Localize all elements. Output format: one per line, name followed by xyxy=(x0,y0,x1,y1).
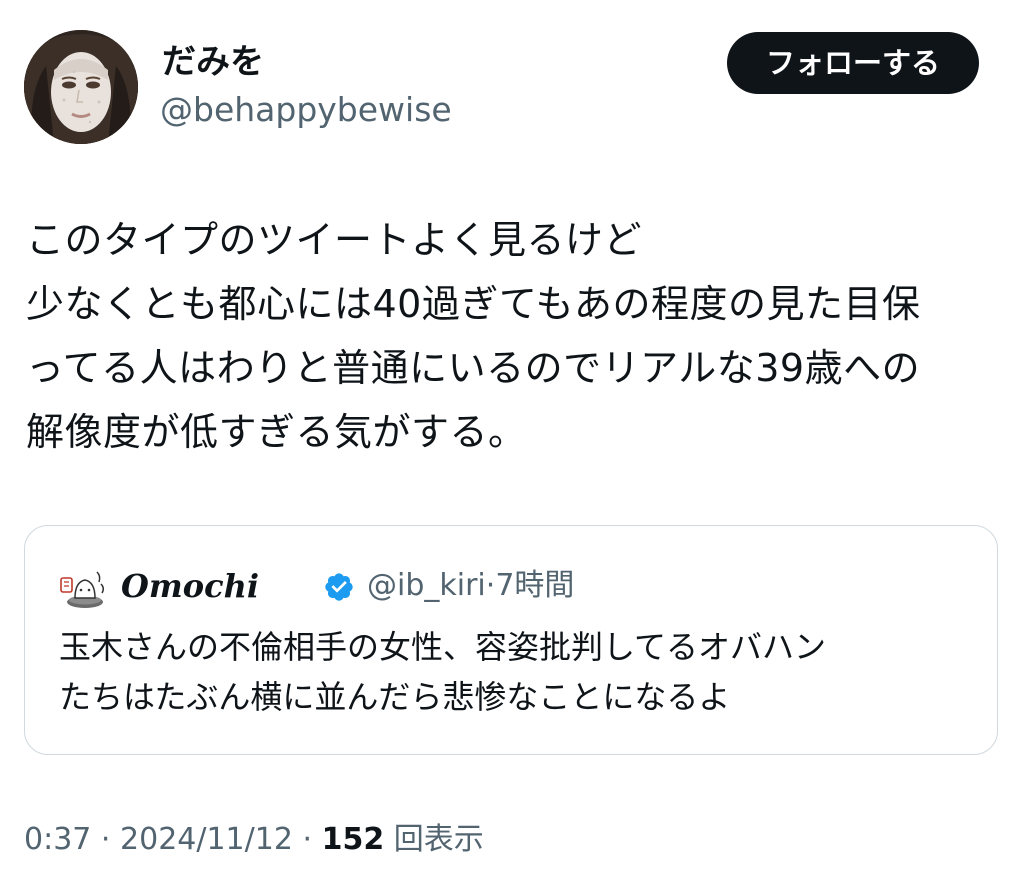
tweet-text: このタイプのツイートよく見るけど 少なくとも都心には40過ぎてもあの程度の見た目… xyxy=(26,208,1001,464)
tweet-text-line: 解像度が低すぎる気がする。 xyxy=(26,410,527,454)
quoted-author-meta: @ib_kiri·7時間 xyxy=(367,564,574,608)
quoted-tweet-card[interactable]: Omochi @ib_kiri·7時間 玉木さんの不倫相手の女性、容姿批判してる… xyxy=(24,525,998,755)
quoted-text-line: 玉木さんの不倫相手の女性、容姿批判してるオバハン xyxy=(59,628,827,666)
quoted-text-line: たちはたぶん横に並んだら悲惨なことになるよ xyxy=(59,678,731,716)
views-label: 回表示 xyxy=(393,822,484,857)
tweet-date[interactable]: 2024/11/12 xyxy=(120,822,293,857)
follow-button[interactable]: フォローする xyxy=(727,32,979,94)
meta-separator: · xyxy=(302,822,313,857)
author-display-name[interactable]: だみを xyxy=(162,42,264,82)
quoted-author-name: Omochi xyxy=(121,567,259,605)
tweet-text-line: ってる人はわりと普通にいるのでリアルな39歳への xyxy=(26,346,921,390)
views-count: 152 xyxy=(321,822,385,857)
author-avatar[interactable] xyxy=(24,30,138,144)
author-handle[interactable]: @behappybewise xyxy=(160,90,452,130)
tweet-text-line: 少なくとも都心には40過ぎてもあの程度の見た目保 xyxy=(26,282,921,326)
tweet-time[interactable]: 0:37 xyxy=(24,822,91,857)
meta-separator: · xyxy=(485,568,496,603)
meta-separator: · xyxy=(100,822,111,857)
tweet-text-line: このタイプのツイートよく見るけど xyxy=(26,218,643,262)
verified-badge-icon xyxy=(325,573,353,601)
quoted-author-handle: @ib_kiri xyxy=(367,568,486,603)
tweet-detail: だみを @behappybewise フォローする このタイプのツイートよく見る… xyxy=(0,0,1024,877)
quoted-author-avatar xyxy=(57,562,109,614)
quoted-tweet-time: 7時間 xyxy=(495,568,575,603)
quoted-tweet-text: 玉木さんの不倫相手の女性、容姿批判してるオバハン たちはたぶん横に並んだら悲惨な… xyxy=(59,622,969,722)
tweet-meta: 0:37 · 2024/11/12 · 152 回表示 xyxy=(24,818,484,862)
